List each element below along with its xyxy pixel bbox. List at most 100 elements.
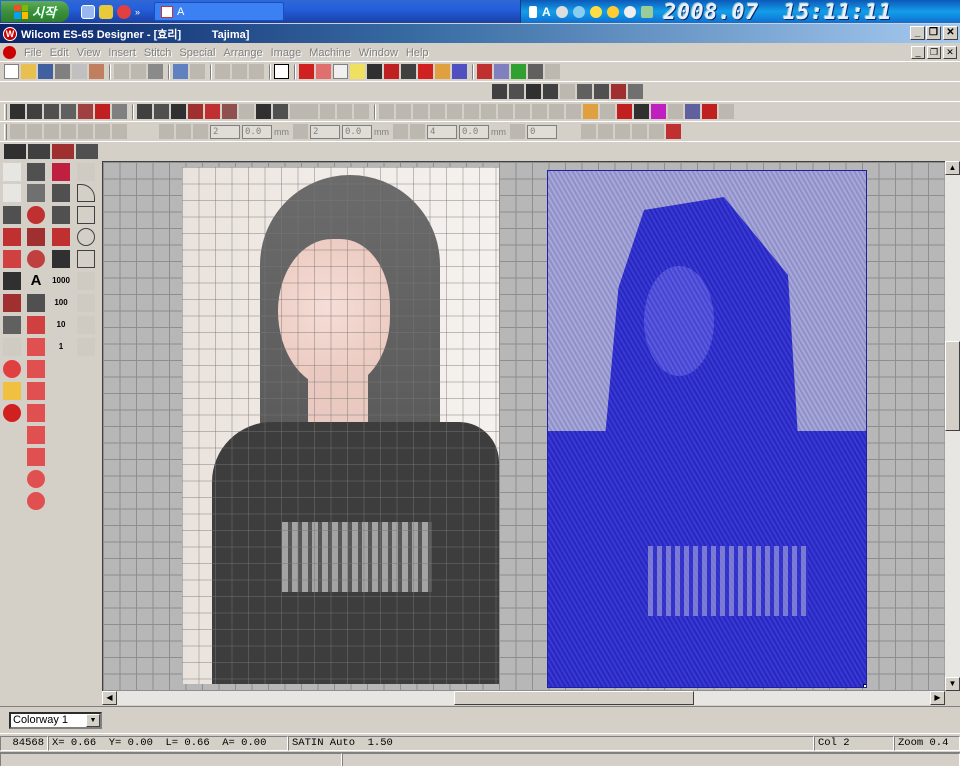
run-icon[interactable] [594, 84, 609, 99]
star-fill-icon[interactable] [188, 104, 203, 119]
distribute-h-icon[interactable] [481, 104, 496, 119]
stitch-count-1000[interactable]: 1000 [52, 272, 70, 290]
scale-icon[interactable] [112, 124, 127, 139]
angle-icon[interactable] [510, 124, 525, 139]
split-icon[interactable] [337, 104, 352, 119]
lock-icon[interactable] [249, 64, 264, 79]
wave-icon[interactable] [628, 84, 643, 99]
horizontal-scroll-thumb[interactable] [454, 691, 694, 705]
blanket-icon[interactable] [27, 404, 45, 422]
radial-fill-icon[interactable] [171, 104, 186, 119]
color-object-list-icon[interactable] [528, 64, 543, 79]
fan-fill-icon[interactable] [154, 104, 169, 119]
stitch-count-10[interactable]: 10 [52, 316, 70, 334]
fill-bucket-icon[interactable] [77, 272, 95, 290]
slow-redraw-icon[interactable] [452, 64, 467, 79]
spacing-count-input[interactable]: 2 [210, 124, 240, 139]
branch-icon[interactable] [600, 104, 615, 119]
reshape-icon[interactable] [95, 124, 110, 139]
align-bottom-icon[interactable] [464, 104, 479, 119]
angle-input[interactable]: 0 [527, 124, 557, 139]
chevron-down-icon[interactable]: ▼ [86, 714, 100, 727]
artistic-view-icon[interactable] [418, 64, 433, 79]
tatami-grid-icon[interactable] [78, 104, 93, 119]
mirror-v-icon[interactable] [61, 124, 76, 139]
start-button[interactable]: 시작 [1, 1, 69, 22]
column-icon[interactable] [61, 104, 76, 119]
plant-icon[interactable] [52, 206, 70, 224]
zigzag-tool-icon[interactable] [27, 426, 45, 444]
image-fill-icon[interactable] [77, 338, 95, 356]
stitch-angle-icon[interactable] [3, 316, 21, 334]
connectors-icon[interactable] [384, 64, 399, 79]
export-icon[interactable] [89, 64, 104, 79]
pen-icon[interactable] [52, 250, 70, 268]
menu-view[interactable]: View [73, 47, 105, 59]
tray-pencil-icon[interactable] [589, 5, 602, 18]
fill-hatch-icon[interactable] [3, 272, 21, 290]
quick-launch-app-icon[interactable] [117, 4, 131, 19]
fill-stitch-icon[interactable] [492, 84, 507, 99]
mirror-h-icon[interactable] [44, 124, 59, 139]
hatch-lines-icon[interactable] [77, 163, 95, 181]
convert-icon[interactable] [583, 104, 598, 119]
check-square-icon[interactable] [77, 206, 95, 224]
menu-stitch[interactable]: Stitch [140, 47, 176, 59]
lettering-d-icon[interactable] [27, 228, 45, 246]
photo-stitch-icon[interactable] [77, 316, 95, 334]
effect-disabled-icon[interactable] [560, 84, 575, 99]
row-count-input[interactable]: 2 [310, 124, 340, 139]
needle-points-icon[interactable] [367, 64, 382, 79]
layout-b-icon[interactable] [598, 124, 613, 139]
row-spacing-icon[interactable] [293, 124, 308, 139]
embroidery-design[interactable] [547, 170, 867, 688]
align-right-icon[interactable] [413, 104, 428, 119]
show-objects-icon[interactable] [333, 64, 348, 79]
distribute-v-icon[interactable] [498, 104, 513, 119]
motif-run-icon[interactable] [27, 470, 45, 488]
close-button[interactable]: ✕ [943, 26, 958, 40]
steps-input[interactable]: 4 [427, 124, 457, 139]
vertical-scroll-thumb[interactable] [945, 341, 960, 431]
menu-image[interactable]: Image [267, 47, 306, 59]
wilcom-app-icon[interactable]: W [3, 26, 17, 41]
doc-restore-button[interactable]: ❐ [927, 46, 941, 59]
spiral-fill-icon[interactable] [205, 104, 220, 119]
quick-launch-pencil-icon[interactable] [99, 4, 113, 19]
minimize-button[interactable]: _ [910, 26, 925, 40]
selection-handle[interactable] [863, 684, 866, 687]
ellipse-icon[interactable] [77, 228, 95, 246]
group-icon[interactable] [215, 64, 230, 79]
zigzag-lines-icon[interactable] [27, 104, 42, 119]
make-same-icon[interactable] [566, 104, 581, 119]
step-lines-icon[interactable] [44, 104, 59, 119]
ime-indicator-icon[interactable]: A [542, 5, 551, 19]
scissors-icon[interactable] [3, 294, 21, 312]
sequins-icon[interactable] [719, 104, 734, 119]
edit-tools-dropdown[interactable] [76, 144, 98, 159]
design-canvas[interactable] [102, 161, 945, 691]
ungroup-icon[interactable] [232, 64, 247, 79]
show-stitches-icon[interactable] [299, 64, 314, 79]
stitch-edit-icon[interactable] [3, 228, 21, 246]
flower-icon[interactable] [52, 163, 70, 181]
menu-window[interactable]: Window [355, 47, 402, 59]
document-icon[interactable] [3, 46, 16, 59]
textured-edge-icon[interactable] [256, 104, 271, 119]
triple-run-icon[interactable] [27, 338, 45, 356]
menu-insert[interactable]: Insert [104, 47, 140, 59]
vertical-scrollbar[interactable]: ▲ ▼ [945, 161, 960, 691]
satin-lines-icon[interactable] [10, 104, 25, 119]
3d-icon[interactable] [290, 104, 318, 119]
tray-arrows-icon[interactable] [529, 5, 537, 18]
rotate-left-icon[interactable] [10, 124, 25, 139]
horizontal-scrollbar[interactable]: ◀ ▶ [102, 691, 945, 705]
text-tool-icon[interactable]: A [27, 272, 45, 290]
arc-icon[interactable] [77, 184, 95, 202]
scroll-right-button[interactable]: ▶ [930, 691, 945, 705]
scroll-down-button[interactable]: ▼ [945, 677, 960, 691]
show-desktop-icon[interactable] [81, 4, 95, 19]
copy-icon[interactable] [131, 64, 146, 79]
taskbar-window-button[interactable]: A [154, 2, 285, 21]
new-icon[interactable] [4, 64, 19, 79]
